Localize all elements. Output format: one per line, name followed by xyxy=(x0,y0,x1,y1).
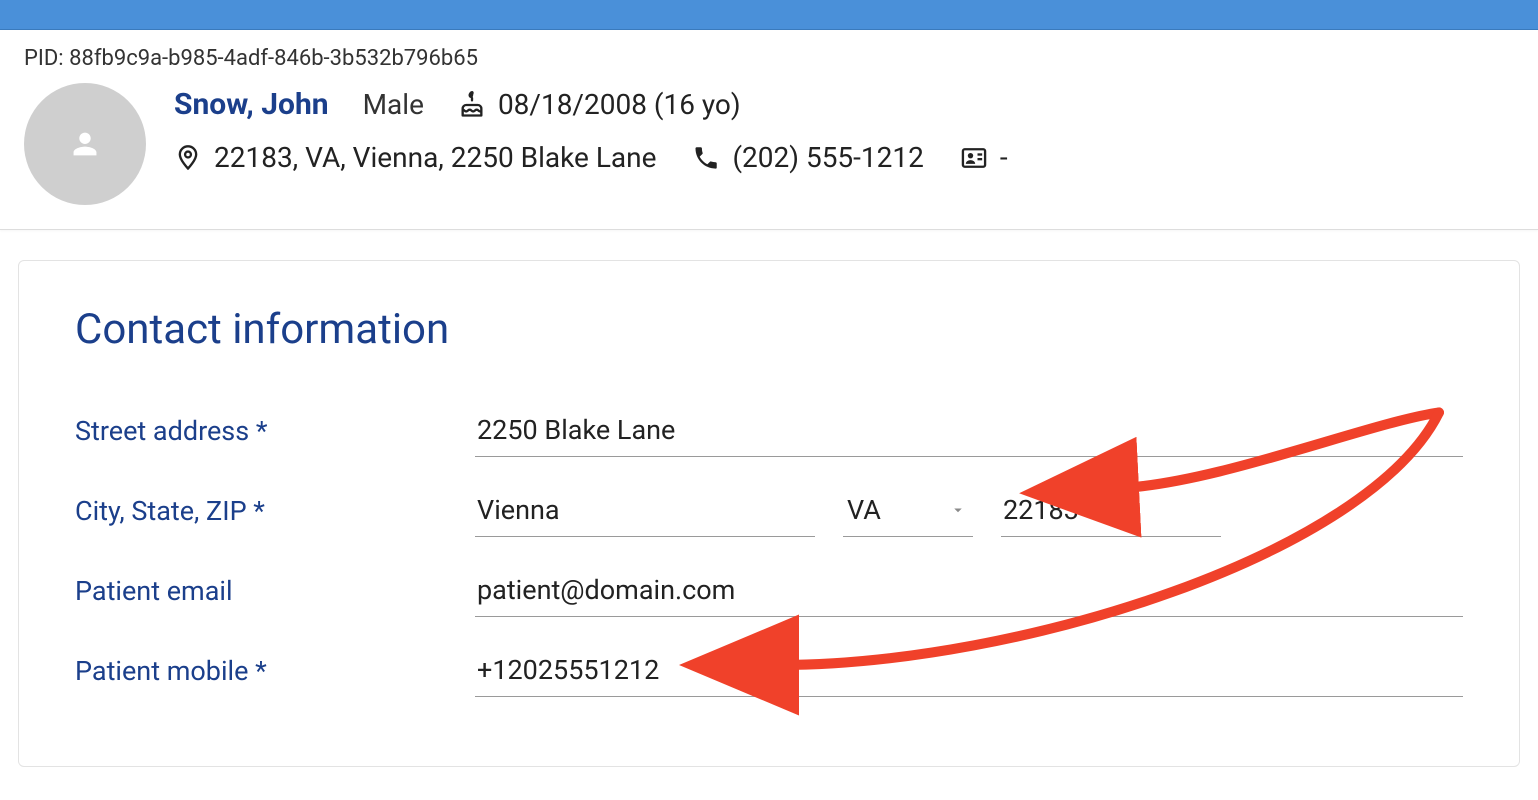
chevron-down-icon xyxy=(949,501,967,519)
row-email: Patient email xyxy=(75,556,1463,626)
cake-icon xyxy=(458,91,486,119)
contact-card-item: - xyxy=(960,141,1008,174)
contact-card-icon xyxy=(960,144,988,172)
zip-input[interactable] xyxy=(1001,486,1221,537)
label-city-state-zip: City, State, ZIP * xyxy=(75,495,475,527)
person-icon xyxy=(71,130,99,158)
patient-name: Snow, John xyxy=(174,87,329,123)
address-text: 22183, VA, Vienna, 2250 Blake Lane xyxy=(214,141,656,174)
mobile-input[interactable] xyxy=(475,646,1463,697)
street-input[interactable] xyxy=(475,406,1463,457)
location-icon xyxy=(174,144,202,172)
label-street: Street address * xyxy=(75,415,475,447)
row-mobile: Patient mobile * xyxy=(75,636,1463,706)
label-email: Patient email xyxy=(75,575,475,607)
patient-header: PID: 88fb9c9a-b985-4adf-846b-3b532b796b6… xyxy=(0,30,1538,230)
pid-line: PID: 88fb9c9a-b985-4adf-846b-3b532b796b6… xyxy=(24,46,1514,71)
section-title: Contact information xyxy=(75,305,1463,354)
state-select[interactable]: VA xyxy=(843,486,973,537)
dob-text: 08/18/2008 (16 yo) xyxy=(498,88,741,122)
email-input[interactable] xyxy=(475,566,1463,617)
pid-value: 88fb9c9a-b985-4adf-846b-3b532b796b65 xyxy=(69,46,478,71)
patient-info: Snow, John Male 08/18/2008 (16 yo) 22183… xyxy=(174,79,1514,174)
address-item: 22183, VA, Vienna, 2250 Blake Lane xyxy=(174,141,656,174)
patient-dob: 08/18/2008 (16 yo) xyxy=(458,88,741,122)
label-mobile: Patient mobile * xyxy=(75,655,475,687)
row-street: Street address * xyxy=(75,396,1463,466)
top-bar xyxy=(0,0,1538,30)
city-input[interactable] xyxy=(475,486,815,537)
contact-info-card: Contact information Street address * Cit… xyxy=(18,260,1520,767)
patient-gender: Male xyxy=(363,88,424,122)
row-city-state-zip: City, State, ZIP * VA xyxy=(75,476,1463,546)
contact-card-text: - xyxy=(1000,141,1008,174)
avatar xyxy=(24,83,146,205)
pid-label: PID: xyxy=(24,46,69,71)
state-value: VA xyxy=(847,494,881,526)
phone-icon xyxy=(692,144,720,172)
phone-text: (202) 555-1212 xyxy=(732,141,923,174)
phone-item: (202) 555-1212 xyxy=(692,141,923,174)
